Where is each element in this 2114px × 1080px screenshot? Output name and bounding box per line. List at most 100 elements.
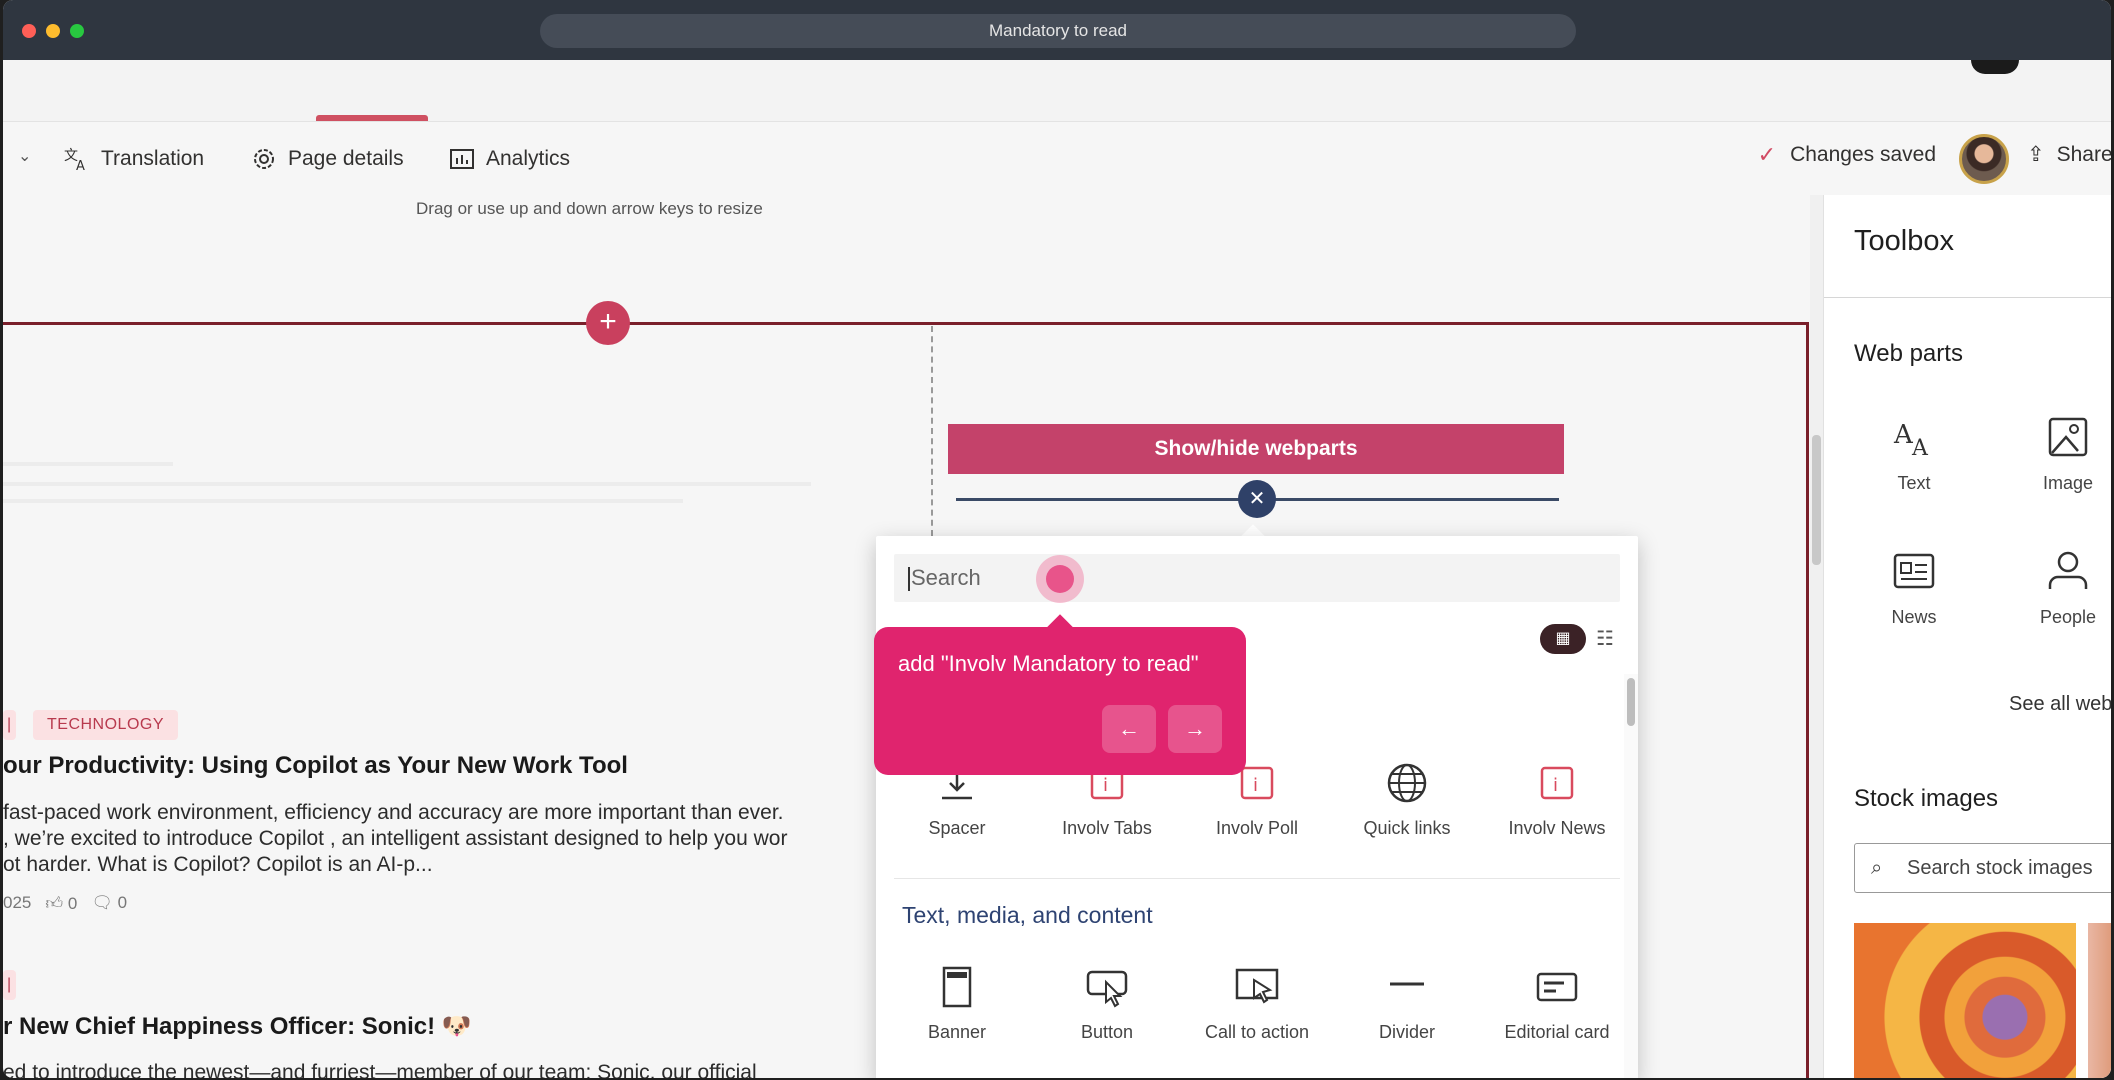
translation-button[interactable]: 文A Translation <box>63 142 204 176</box>
guided-tour-tooltip: add "Involv Mandatory to read" ← → <box>874 627 1246 775</box>
news-date: 025 <box>3 893 32 912</box>
share-icon: ⇪ <box>2027 143 2045 166</box>
app-header <box>3 60 2111 122</box>
text-icon: AA <box>1893 420 1929 461</box>
comments[interactable]: 🗨︎ 0 <box>91 893 127 914</box>
header-avatar[interactable] <box>1971 60 2019 74</box>
close-window-button[interactable] <box>22 24 36 38</box>
svg-text:A: A <box>1911 436 1929 461</box>
picker-scrollbar-thumb[interactable] <box>1627 678 1635 726</box>
minimize-window-button[interactable] <box>46 24 60 38</box>
comment-icon: 🗨︎ <box>91 893 113 912</box>
news-title-2[interactable]: r New Chief Happiness Officer: Sonic! 🐶 <box>3 1012 472 1041</box>
user-avatar[interactable] <box>1959 134 2009 184</box>
toolbox-tile-label: People <box>2039 607 2097 627</box>
chevron-down-icon[interactable]: ⌄ <box>18 146 31 166</box>
like-icon: 👍︎ <box>45 894 64 913</box>
maximize-window-button[interactable] <box>70 24 84 38</box>
image-icon <box>2048 417 2088 457</box>
tile-involv-news[interactable]: i Involv News <box>1487 758 1627 839</box>
tile-label: Divider <box>1378 1022 1435 1042</box>
translate-icon: 文A <box>64 148 85 173</box>
search-icon: ⌕ <box>1871 857 1883 879</box>
share-label: Share <box>2056 142 2111 166</box>
involv-icon: i <box>1540 766 1574 800</box>
browser-window: Mandatory to read ⌄ 文A Translation Page … <box>3 0 2111 1078</box>
divider-icon <box>1390 982 1424 986</box>
tile-banner[interactable]: Banner <box>887 962 1027 1043</box>
grid-view-toggle[interactable]: ▦ <box>1540 624 1586 654</box>
faded-text-line <box>3 482 811 486</box>
svg-text:i: i <box>1253 775 1258 796</box>
analytics-button[interactable]: Analytics <box>448 142 570 176</box>
news-excerpt-2: ed to introduce the newest—and furriest—… <box>3 1061 757 1078</box>
toolbox-panel: Toolbox Web parts AA Text Image News Peo… <box>1823 195 2111 1078</box>
list-view-toggle[interactable]: ☷ <box>1596 626 1614 651</box>
webpart-picker: Search ▦ ☷ Spacer i Involv Tabs i Involv… <box>876 536 1638 1078</box>
faded-text-line <box>3 462 173 466</box>
resize-hint: Drag or use up and down arrow keys to re… <box>416 199 763 218</box>
button-click-icon <box>1086 970 1128 1008</box>
news-excerpt-line-3: ot harder. What is Copilot? Copilot is a… <box>3 853 433 876</box>
tile-label: Involv Tabs <box>1062 818 1152 838</box>
toolbox-tile-text[interactable]: AA Text <box>1864 413 1964 494</box>
stock-images-search-input[interactable]: ⌕ Search stock images <box>1854 843 2111 893</box>
show-hide-webparts-button[interactable]: Show/hide webparts <box>948 424 1564 474</box>
canvas-scrollbar[interactable] <box>1810 195 1823 1078</box>
toolbox-tile-image[interactable]: Image <box>2018 413 2111 494</box>
call-to-action-icon <box>1235 968 1279 1004</box>
tour-message: add "Involv Mandatory to read" <box>898 651 1199 676</box>
close-picker-button[interactable]: ✕ <box>1238 480 1276 518</box>
tile-label: Quick links <box>1363 818 1451 838</box>
tile-label: Call to action <box>1204 1022 1310 1042</box>
news-excerpt-line-2: , we’re excited to introduce Copilot , a… <box>3 827 788 850</box>
svg-text:i: i <box>1553 775 1558 796</box>
stock-image-2[interactable] <box>2088 923 2111 1078</box>
svg-text:i: i <box>1103 775 1108 796</box>
toolbox-divider <box>1824 297 2111 298</box>
tile-label: Editorial card <box>1504 1022 1610 1042</box>
stock-images-heading: Stock images <box>1854 785 1999 812</box>
tile-label: Involv Poll <box>1215 818 1299 838</box>
share-button[interactable]: ⇪ Share <box>2027 142 2111 167</box>
tour-hotspot[interactable] <box>1036 555 1084 603</box>
tile-button[interactable]: Button <box>1037 962 1177 1043</box>
news-title-1[interactable]: our Productivity: Using Copilot as Your … <box>3 752 628 780</box>
title-bar: Mandatory to read <box>3 0 2111 60</box>
toolbox-tile-label: News <box>1891 607 1937 627</box>
canvas-scrollbar-thumb[interactable] <box>1812 435 1821 565</box>
likes[interactable]: 👍︎ 0 <box>45 893 77 914</box>
see-all-web-parts-link[interactable]: See all web parts <box>2009 693 2111 716</box>
picker-section-title: Text, media, and content <box>902 902 1153 928</box>
tile-label: Button <box>1080 1022 1134 1042</box>
add-section-button[interactable]: + <box>586 301 630 345</box>
tour-next-button[interactable]: → <box>1168 705 1222 753</box>
stock-search-placeholder: Search stock images <box>1907 857 2093 879</box>
tile-call-to-action[interactable]: Call to action <box>1187 962 1327 1043</box>
tile-quick-links[interactable]: Quick links <box>1337 758 1477 839</box>
tile-label: Spacer <box>928 818 986 838</box>
webpart-search-input[interactable]: Search <box>894 554 1620 602</box>
toolbox-tile-news[interactable]: News <box>1864 547 1964 628</box>
svg-text:A: A <box>76 159 85 173</box>
toolbox-tile-people[interactable]: People <box>2018 547 2111 628</box>
analytics-icon <box>450 149 474 169</box>
person-icon <box>2048 551 2088 589</box>
toolbox-tile-label: Text <box>1897 473 1931 493</box>
tour-prev-button[interactable]: ← <box>1102 705 1156 753</box>
editorial-card-icon <box>1536 972 1578 1002</box>
window-title[interactable]: Mandatory to read <box>540 14 1576 48</box>
search-placeholder: Search <box>911 565 981 590</box>
tile-divider[interactable]: Divider <box>1337 962 1477 1043</box>
news-tag-partial: | <box>3 710 16 740</box>
news-category-tag: TECHNOLOGY <box>33 710 179 740</box>
stock-image-nautilus[interactable] <box>1854 923 2076 1078</box>
faded-text-line <box>3 499 683 503</box>
tile-editorial-card[interactable]: Editorial card <box>1487 962 1627 1043</box>
changes-saved-label: Changes saved <box>1790 143 1936 166</box>
banner-icon <box>942 966 972 1008</box>
page-details-button[interactable]: Page details <box>250 142 404 176</box>
news-excerpt-line-1: fast-paced work environment, efficiency … <box>3 801 784 824</box>
page-details-label: Page details <box>288 147 404 170</box>
toolbox-title: Toolbox <box>1854 225 1954 257</box>
